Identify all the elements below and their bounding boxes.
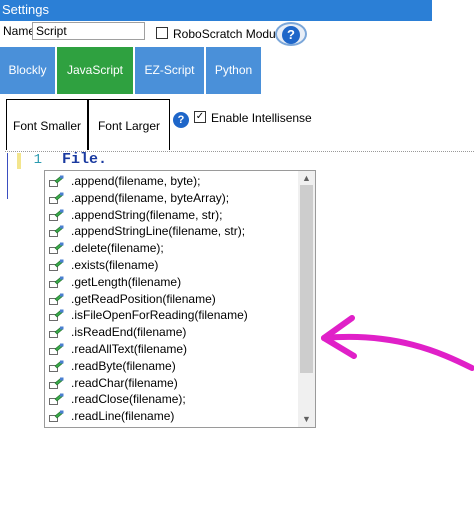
method-icon xyxy=(49,343,64,355)
autocomplete-popup[interactable]: .append(filename, byte); .append(filename… xyxy=(44,170,316,428)
line-number: 1 xyxy=(33,152,42,168)
method-icon xyxy=(49,175,64,187)
font-smaller-button[interactable]: Font Smaller xyxy=(6,99,88,151)
autocomplete-item[interactable]: .getReadPosition(filename) xyxy=(49,291,299,308)
autocomplete-item[interactable]: .delete(filename); xyxy=(49,240,299,257)
method-icon xyxy=(49,225,64,238)
autocomplete-item-label: .delete(filename); xyxy=(71,241,164,256)
autocomplete-item[interactable]: .readClose(filename); xyxy=(49,391,299,408)
window-title: Settings xyxy=(2,2,49,17)
roboscratch-label: RoboScratch Module xyxy=(173,27,286,41)
method-icon xyxy=(49,309,64,322)
method-icon xyxy=(49,410,64,423)
window-titlebar: Settings xyxy=(0,0,432,21)
method-icon xyxy=(49,242,64,255)
autocomplete-item-label: .readChar(filename) xyxy=(71,375,178,390)
method-icon xyxy=(49,192,64,204)
autocomplete-item[interactable]: .append(filename, byte); xyxy=(49,173,299,190)
method-icon xyxy=(49,360,64,372)
autocomplete-item[interactable]: .readAllText(filename) xyxy=(49,341,299,358)
autocomplete-item[interactable]: .getLength(filename) xyxy=(49,274,299,291)
autocomplete-item-label: .readByte(filename) xyxy=(71,358,176,373)
help-icon: ? xyxy=(282,26,300,44)
autocomplete-item-label: .getReadPosition(filename) xyxy=(71,291,216,306)
autocomplete-item-label: .readClose(filename); xyxy=(71,392,186,407)
method-icon xyxy=(49,276,64,288)
gutter-bar xyxy=(7,153,8,199)
method-icon xyxy=(49,293,64,305)
help-button[interactable]: ? xyxy=(275,22,307,46)
font-larger-button[interactable]: Font Larger xyxy=(88,99,170,151)
autocomplete-item-label: .readLine(filename) xyxy=(71,409,175,424)
intellisense-checkbox[interactable]: ✓ xyxy=(194,111,206,123)
scroll-down-icon[interactable]: ▼ xyxy=(298,412,315,426)
name-input[interactable] xyxy=(32,22,145,40)
method-icon xyxy=(49,209,64,221)
intellisense-label: Enable Intellisense xyxy=(211,111,312,125)
autocomplete-item[interactable]: .append(filename, byteArray); xyxy=(49,190,299,207)
autocomplete-item[interactable]: .isFileOpenForReading(filename) xyxy=(49,307,299,324)
tab-blockly[interactable]: Blockly xyxy=(0,47,55,94)
intellisense-help-icon[interactable]: ? xyxy=(173,112,189,128)
code-line[interactable]: File. xyxy=(62,151,107,168)
scroll-up-icon[interactable]: ▲ xyxy=(298,171,315,185)
method-icon xyxy=(49,259,64,271)
autocomplete-item-label: .append(filename, byteArray); xyxy=(71,190,230,205)
autocomplete-item[interactable]: .readByte(filename) xyxy=(49,358,299,375)
autocomplete-item-label: .getLength(filename) xyxy=(71,274,182,289)
autocomplete-item[interactable]: .readChar(filename) xyxy=(49,375,299,392)
autocomplete-item-label: .exists(filename) xyxy=(71,258,159,272)
annotation-arrow-icon xyxy=(321,315,474,371)
autocomplete-item[interactable]: .readLine(filename) xyxy=(49,408,299,425)
autocomplete-item[interactable]: .exists(filename) xyxy=(49,257,299,274)
autocomplete-item-label: .append(filename, byte); xyxy=(71,174,201,188)
autocomplete-item-label: .isFileOpenForReading(filename) xyxy=(71,308,248,323)
autocomplete-item-label: .readAllText(filename) xyxy=(71,342,188,356)
autocomplete-item[interactable]: .appendString(filename, str); xyxy=(49,207,299,224)
autocomplete-item-label: .appendString(filename, str); xyxy=(71,207,223,222)
current-line-marker xyxy=(17,153,21,169)
tab-javascript[interactable]: JavaScript xyxy=(57,47,133,94)
method-icon xyxy=(49,377,64,389)
method-icon xyxy=(49,393,64,406)
name-label: Name xyxy=(3,24,36,38)
tab-python[interactable]: Python xyxy=(206,47,261,94)
autocomplete-item-label: .appendStringLine(filename, str); xyxy=(71,224,246,239)
tab-ez-script[interactable]: EZ-Script xyxy=(135,47,204,94)
autocomplete-item[interactable]: .isReadEnd(filename) xyxy=(49,324,299,341)
roboscratch-checkbox[interactable] xyxy=(156,27,168,39)
autocomplete-item-label: .isReadEnd(filename) xyxy=(71,325,187,340)
method-icon xyxy=(49,326,64,339)
autocomplete-item[interactable]: .appendStringLine(filename, str); xyxy=(49,223,299,240)
